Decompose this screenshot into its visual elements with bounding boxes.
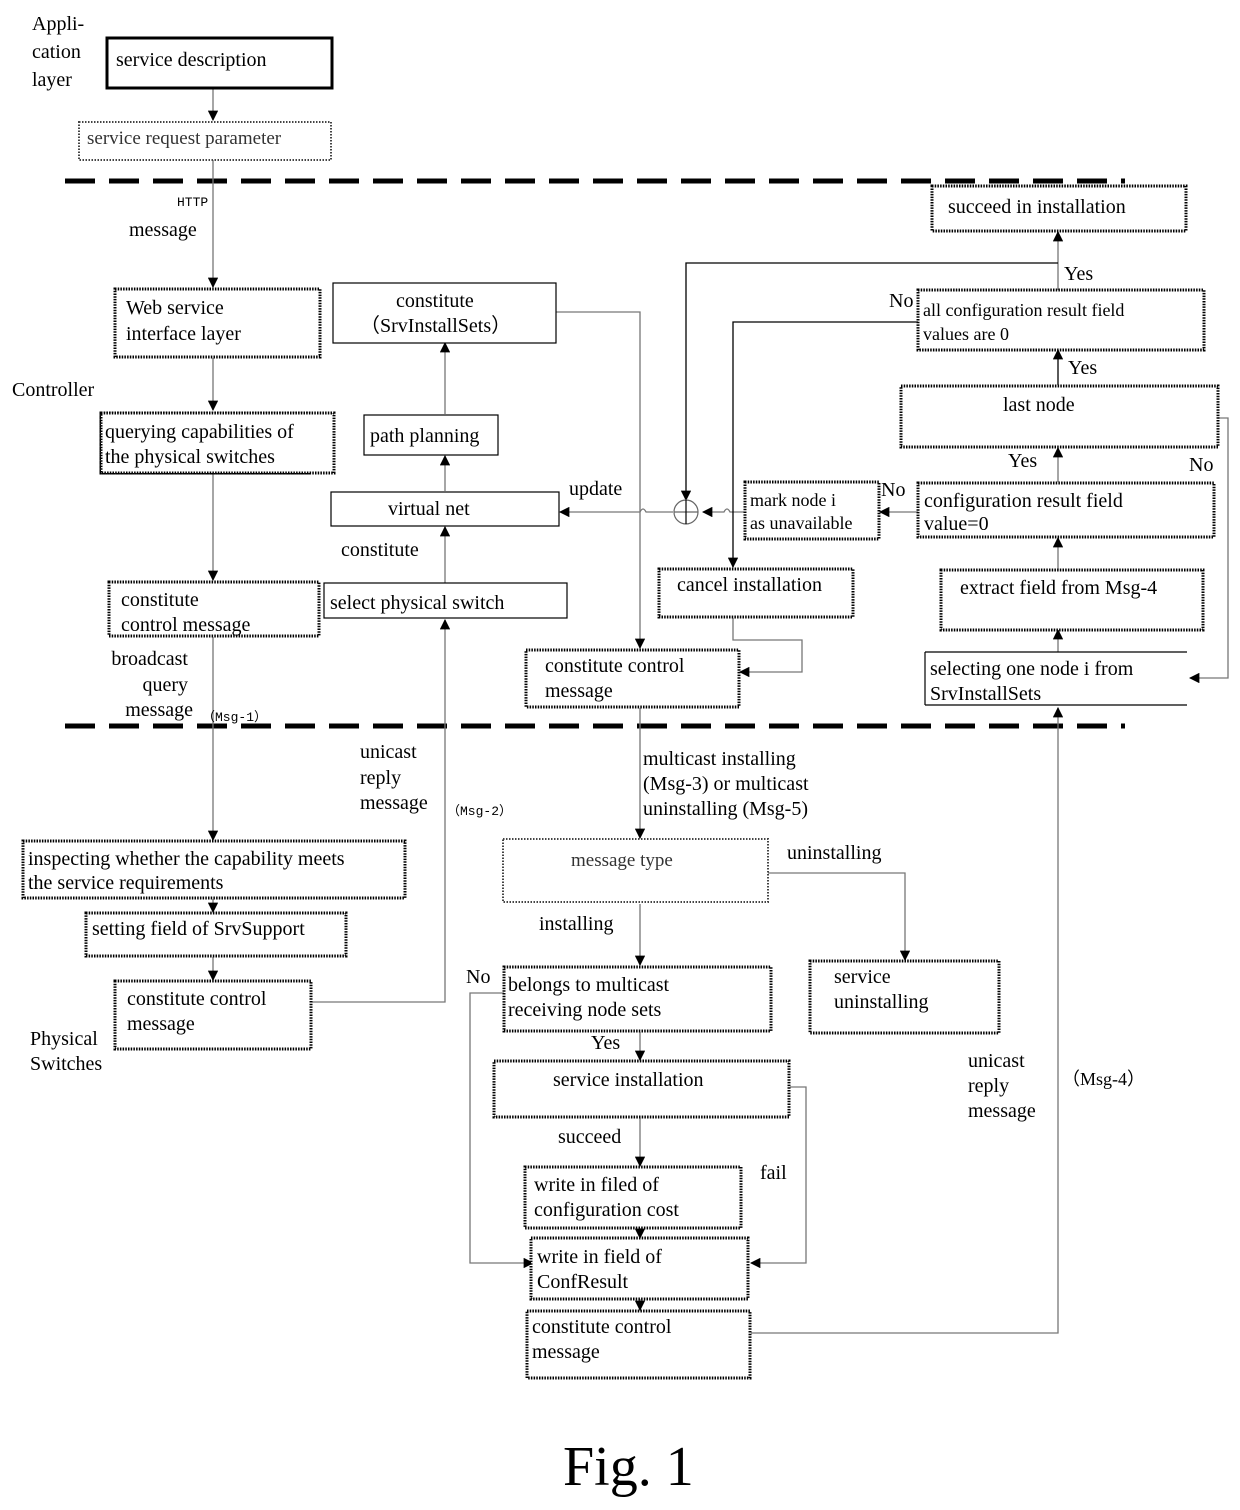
edge-label-yes-belongs: Yes <box>591 1032 620 1054</box>
edge-label-no-all-config: No <box>889 290 913 312</box>
edge-label-fail: fail <box>760 1162 787 1184</box>
edge-label-constitute: constitute <box>341 539 419 561</box>
box-select-physical-switch: select physical switch <box>323 582 568 619</box>
edge-label-message: message <box>129 219 197 241</box>
layer-label-physical-switches: Physical Switches <box>30 1028 103 1075</box>
box-service-uninstalling: service uninstalling <box>808 959 1001 1035</box>
svg-text:cancel installation: cancel installation <box>677 574 822 596</box>
svg-text:message type: message type <box>571 850 673 871</box>
box-service-installation: service installation <box>492 1059 791 1119</box>
box-succeed-in-installation: succeed in installation <box>930 184 1188 233</box>
svg-text:extract field from Msg-4: extract field from Msg-4 <box>960 577 1157 599</box>
box-message-type: message type <box>502 838 769 903</box>
box-mark-node-unavailable: mark node i as unavailable <box>743 480 881 541</box>
box-querying-capabilities: querying capabilities of the physical sw… <box>99 411 336 475</box>
edge-label-unicast-reply-msg2: unicast reply message <box>360 741 428 814</box>
box-constitute-srvinstallsets: constitute （SrvInstallSets） <box>332 282 557 344</box>
layer-label-application: Appli- cation layer <box>32 13 89 91</box>
svg-text:setting field of SrvSupport: setting field of SrvSupport <box>92 918 305 940</box>
svg-text:succeed in installation: succeed in installation <box>948 196 1126 218</box>
edge-label-unicast-reply-msg4: unicast reply message <box>968 1050 1036 1122</box>
edge-label-no-last-node: No <box>1189 454 1213 476</box>
box-write-config-cost: write in filed of configuration cost <box>523 1165 743 1230</box>
edge-label-no-config-result: No <box>881 479 905 501</box>
svg-text:last node: last node <box>1003 394 1075 416</box>
box-belongs-to-multicast: belongs to multicast receiving node sets <box>502 965 773 1033</box>
box-extract-field-msg4: extract field from Msg-4 <box>939 568 1205 632</box>
box-selecting-one-node: selecting one node i from SrvInstallSets <box>924 651 1187 706</box>
svg-text:service request parameter: service request parameter <box>87 128 282 149</box>
box-constitute-control-message-physical: constitute control message <box>113 979 313 1051</box>
layer-label-controller: Controller <box>12 379 95 401</box>
box-constitute-control-message-controller: constitute control message <box>107 580 321 638</box>
box-last-node: last node <box>899 384 1220 449</box>
svg-text:virtual net: virtual net <box>388 498 470 520</box>
box-config-result-field-zero: configuration result field value=0 <box>916 481 1216 539</box>
box-cancel-installation: cancel installation <box>657 567 855 619</box>
edge-label-succeed: succeed <box>558 1126 621 1148</box>
edge-label-multicast-install-uninstall: multicast installing (Msg-3) or multicas… <box>643 748 814 820</box>
edge-label-msg4: （Msg-4） <box>1062 1069 1145 1089</box>
box-service-request-parameter: service request parameter <box>78 121 332 161</box>
edge-label-yes-last-node: Yes <box>1068 357 1097 379</box>
box-all-config-result-zero: all configuration result field values ar… <box>916 288 1206 352</box>
box-service-description: service description <box>105 36 334 90</box>
edge-label-broadcast-query-message: broadcast query message <box>111 648 193 721</box>
svg-text:service installation: service installation <box>553 1069 704 1091</box>
edge-label-msg1: （Msg-1） <box>202 710 267 725</box>
box-constitute-control-message-reply: constitute control message <box>525 1309 752 1380</box>
edge-label-yes-config-result: Yes <box>1008 450 1037 472</box>
edge-label-installing: installing <box>539 913 613 935</box>
edge-label-http: HTTP <box>177 195 208 210</box>
box-path-planning: path planning <box>363 414 499 456</box>
edge-label-msg2: （Msg-2） <box>447 804 512 819</box>
svg-text:service description: service description <box>116 49 267 71</box>
box-virtual-net: virtual net <box>330 491 560 527</box>
box-web-service-interface-layer: Web service interface layer <box>113 287 322 359</box>
figure-caption: Fig. 1 <box>563 1436 694 1498</box>
box-inspecting-capability: inspecting whether the capability meets … <box>21 839 407 900</box>
flow-diagram: Appli- cation layer Controller Physical … <box>12 13 1229 1498</box>
box-constitute-control-message-multicast: constitute control message <box>524 648 741 709</box>
junction-circle-icon <box>673 499 699 525</box>
edge-label-uninstalling: uninstalling <box>787 842 881 864</box>
box-write-confresult: write in field of ConfResult <box>529 1236 750 1301</box>
svg-text:path planning: path planning <box>370 425 479 447</box>
svg-text:selecting one node i from: selecting one node i from SrvInstallSets <box>930 658 1138 705</box>
box-setting-srvsupport: setting field of SrvSupport <box>84 911 348 958</box>
edge-label-update: update <box>569 478 622 500</box>
edge-label-no-belongs: No <box>466 966 490 988</box>
svg-text:select physical switch: select physical switch <box>330 592 504 614</box>
edge-label-yes-all-config: Yes <box>1064 263 1093 285</box>
